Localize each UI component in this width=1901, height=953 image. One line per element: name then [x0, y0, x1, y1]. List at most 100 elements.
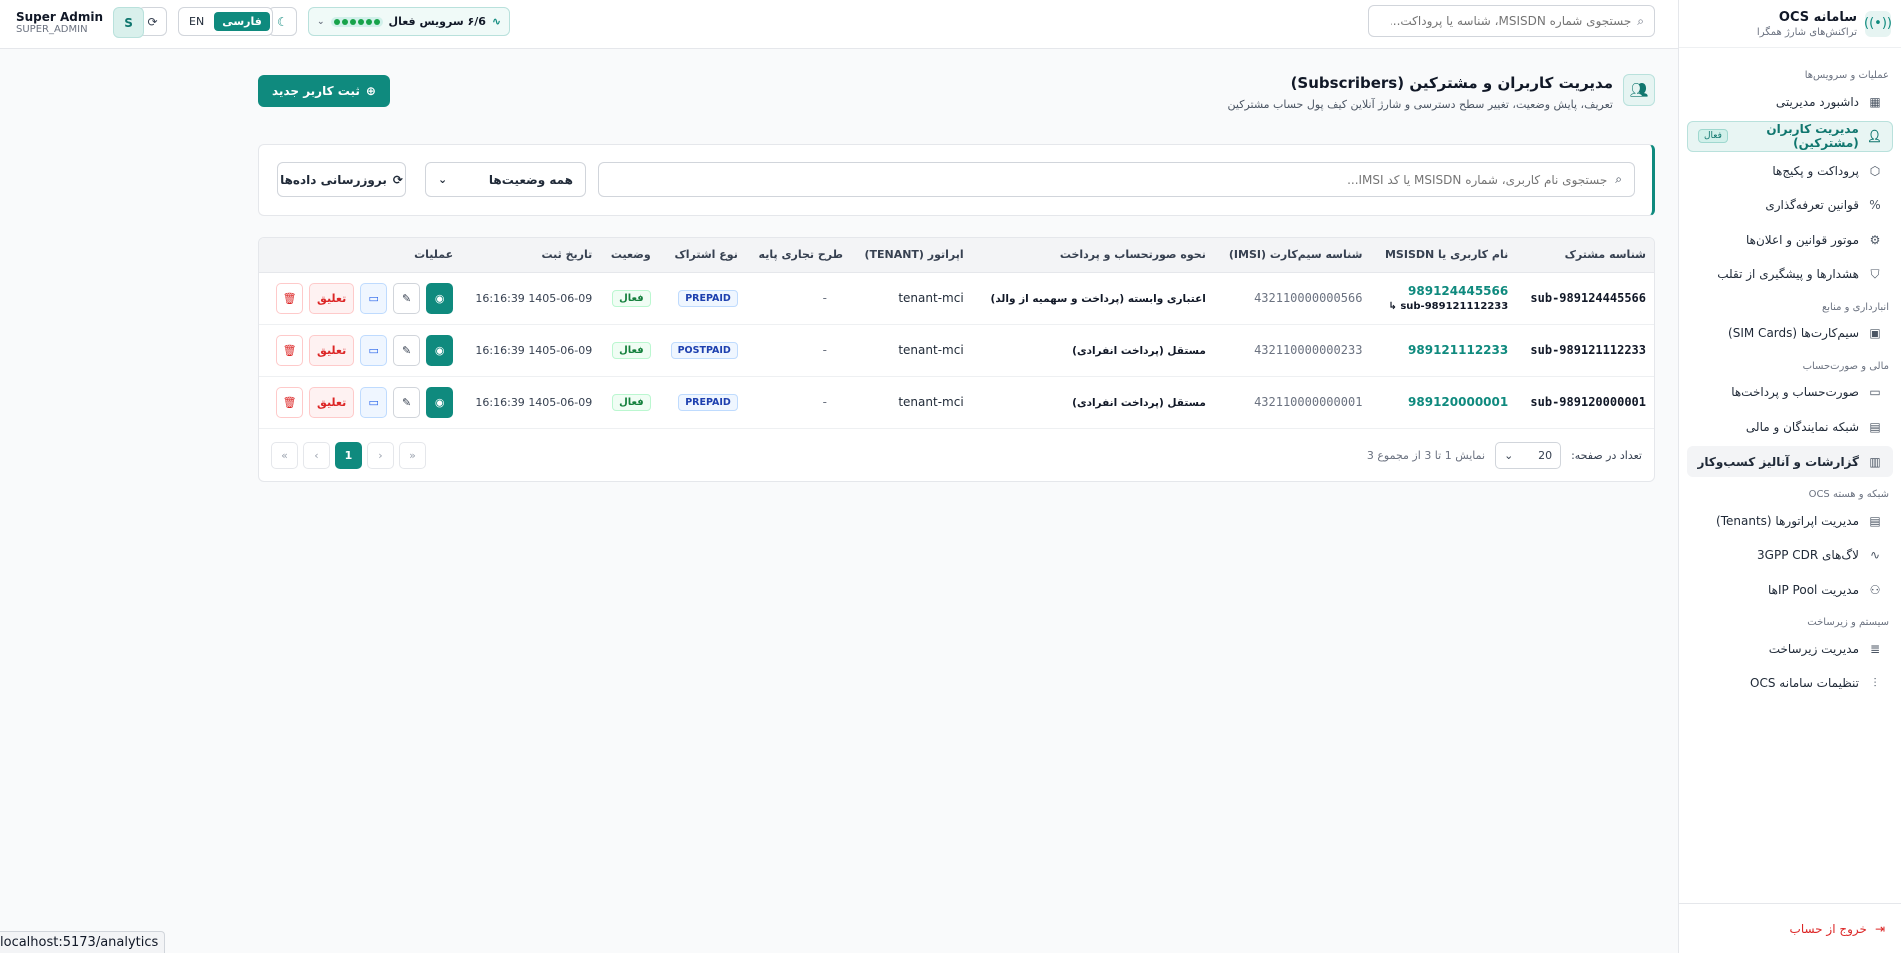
msisdn-link[interactable]: 989120000001 — [1378, 395, 1508, 409]
cell-actions: ◉ ✎ ▭ تعلیق 🗑︎ — [259, 272, 462, 325]
credit-card-icon: ▭ — [1869, 385, 1881, 400]
last-page-button[interactable]: » — [399, 441, 426, 469]
wallet-button[interactable]: ▭ — [360, 282, 388, 314]
sidebar-item-label: مدیریت کاربران (مشترکین) — [1766, 122, 1859, 151]
nav-section-label: عملیات و سرویس‌ها — [1804, 70, 1889, 81]
suspend-button[interactable]: تعلیق — [309, 386, 355, 418]
cell-date: 1405-06-09 16:16:39 — [461, 324, 601, 377]
suspend-button[interactable]: تعلیق — [309, 334, 355, 366]
edit-button[interactable]: ✎ — [393, 334, 421, 366]
sidebar-item[interactable]: ≣ مدیریت زیرساخت — [1687, 633, 1893, 664]
sidebar-item[interactable]: ⚇ مدیریت IP Poolها — [1687, 574, 1893, 605]
global-search[interactable]: ⌕ — [1368, 5, 1655, 37]
wallet-button[interactable]: ▭ — [360, 386, 388, 418]
sidebar-item[interactable]: ⫶ تنظیمات سامانه OCS — [1687, 668, 1893, 699]
view-button[interactable]: ◉ — [426, 334, 454, 366]
add-user-label: ثبت کاربر جدید — [272, 84, 360, 98]
sidebar-item[interactable]: ▭ صورت‌حساب و پرداخت‌ها — [1687, 377, 1893, 408]
tenant-value: tenant-mci — [898, 291, 964, 305]
subscriber-search-input[interactable] — [627, 172, 1608, 187]
sidebar-item-label: لاگ‌های 3GPP CDR — [1757, 548, 1859, 563]
edit-icon: ✎ — [402, 291, 412, 305]
add-user-button[interactable]: ⊕ ثبت کاربر جدید — [258, 75, 390, 107]
logout-button[interactable]: ⇥ خروج از حساب — [1679, 903, 1901, 953]
table-body: sub-989124445566 989124445566 ↳ sub-989121… — [259, 272, 1654, 429]
eye-icon: ◉ — [434, 291, 445, 305]
subscriber-id[interactable]: sub-989121112233 — [1530, 343, 1646, 357]
users-icon: 👤︎ — [1866, 129, 1882, 144]
sidebar-item-label: داشبورد مدیریتی — [1775, 94, 1859, 109]
first-page-button[interactable]: « — [271, 441, 298, 469]
page-button-current[interactable]: 1 — [335, 441, 362, 469]
delete-button[interactable]: 🗑︎ — [276, 334, 304, 366]
antenna-icon: ((•)) — [1864, 10, 1892, 37]
status-filter-select[interactable]: همه وضعیت‌ها ⌄ — [425, 162, 586, 197]
status-badge: فعال — [612, 289, 651, 307]
sidebar-item-label: سیم‌کارت‌ها (SIM Cards) — [1728, 326, 1859, 341]
delete-button[interactable]: 🗑︎ — [276, 386, 304, 418]
prev-page-button[interactable]: ‹ — [303, 441, 330, 469]
view-button[interactable]: ◉ — [426, 282, 454, 314]
nav-section-label: انبارداری و منابع — [1821, 301, 1889, 313]
active-badge: فعال — [1698, 129, 1728, 144]
delete-button[interactable]: 🗑︎ — [276, 282, 304, 314]
status-filter-value: همه وضعیت‌ها — [488, 172, 573, 187]
cell-imsi: 432110000000001 — [1213, 376, 1371, 429]
page-title: مدیریت کاربران و مشترکین (Subscribers) — [1290, 74, 1613, 92]
subscription-type-badge: PREPAID — [678, 289, 738, 307]
global-search-input[interactable] — [1391, 14, 1632, 28]
table-row: sub-989124445566 989124445566 ↳ sub-989121… — [259, 272, 1654, 325]
sidebar-nav: عملیات و سرویس‌ها ▦ داشبورد مدیریتی 👤︎ مدیری… — [1679, 48, 1901, 699]
subscriber-id[interactable]: sub-989120000001 — [1530, 395, 1646, 409]
users-icon: 👥︎ — [1623, 74, 1655, 106]
sidebar-item[interactable]: % قوانین تعرفه‌گذاری — [1687, 190, 1893, 221]
eye-icon: ◉ — [434, 343, 445, 357]
view-button[interactable]: ◉ — [426, 386, 454, 418]
sidebar-item[interactable]: ▤ مدیریت اپراتورها (Tenants) — [1687, 505, 1893, 536]
browser-status-url: localhost:5173/analytics — [0, 931, 166, 953]
cell-id: sub-989121112233 — [1516, 324, 1654, 377]
lang-fa[interactable]: فارسی — [214, 12, 270, 31]
per-page-select[interactable]: ⌄ 20 — [1495, 441, 1562, 469]
suspend-button[interactable]: تعلیق — [309, 282, 355, 314]
sidebar-item[interactable]: ▣ سیم‌کارت‌ها (SIM Cards) — [1687, 318, 1893, 349]
table-header-row: شناسه مشترک نام کاربری یا MSISDN شناسه سیم… — [259, 238, 1654, 273]
imsi-value: 432110000000566 — [1254, 291, 1363, 305]
cell-plan: - — [745, 324, 852, 377]
lang-en[interactable]: EN — [181, 12, 212, 31]
sidebar-item[interactable]: ▥ گزارشات و آنالیز کسب‌وکار — [1687, 446, 1893, 478]
sidebar-item[interactable]: ⛉ هشدارها و پیشگیری از تقلب — [1687, 259, 1893, 290]
services-status[interactable]: ∿ ۶/6 سرویس فعال ⌄ — [308, 7, 511, 36]
imsi-value: 432110000000233 — [1254, 343, 1363, 357]
sidebar-item[interactable]: 👤︎ مدیریت کاربران (مشترکین) فعال — [1687, 120, 1893, 152]
subscriber-search[interactable]: ⌕ — [598, 162, 1635, 197]
column-header: نام کاربری یا MSISDN — [1370, 238, 1517, 273]
nav-section-label: سیستم و زیرساخت — [1807, 617, 1889, 629]
trash-icon: 🗑︎ — [282, 291, 297, 305]
cell-tenant: tenant-mci — [851, 272, 972, 325]
eye-icon: ◉ — [434, 395, 445, 409]
bell-icon: ⚙ — [1869, 232, 1881, 247]
sidebar-item[interactable]: ▦ داشبورد مدیریتی — [1687, 86, 1893, 117]
wallet-button[interactable]: ▭ — [360, 334, 388, 366]
sidebar-item[interactable]: ∿ لاگ‌های 3GPP CDR — [1687, 540, 1893, 571]
refresh-data-button[interactable]: ⟳ بروزرسانی داده‌ها — [277, 162, 406, 197]
edit-button[interactable]: ✎ — [393, 386, 421, 418]
edit-button[interactable]: ✎ — [393, 282, 421, 314]
msisdn-link[interactable]: 989121112233 — [1378, 343, 1508, 357]
credit-card-icon: ▭ — [368, 343, 379, 357]
cell-id: sub-989120000001 — [1516, 376, 1654, 429]
sidebar-item[interactable]: ⚙ موتور قوانین و اعلان‌ها — [1687, 224, 1893, 255]
sidebar-item[interactable]: ⬡ پروداکت و پکیج‌ها — [1687, 155, 1893, 186]
sidebar-item[interactable]: ▤ شبکه نمایندگان و مالی — [1687, 412, 1893, 443]
user-menu[interactable]: Super Admin SUPER_ADMIN S — [16, 7, 145, 38]
app-subtitle: تراکنش‌های شارژ همگرا — [1756, 26, 1857, 38]
msisdn-link[interactable]: 989124445566 — [1378, 284, 1508, 298]
column-header: شناسه سیم‌کارت (IMSI) — [1213, 238, 1371, 273]
next-page-button[interactable]: › — [367, 441, 394, 469]
billing-mode: اعتباری وابسته (پرداخت و سهمیه از والد) — [990, 293, 1206, 305]
edit-icon: ✎ — [402, 395, 412, 409]
subscriber-id[interactable]: sub-989124445566 — [1530, 291, 1646, 305]
sidebar-item-label: مدیریت اپراتورها (Tenants) — [1716, 513, 1859, 528]
activity-icon: ∿ — [1869, 548, 1881, 563]
